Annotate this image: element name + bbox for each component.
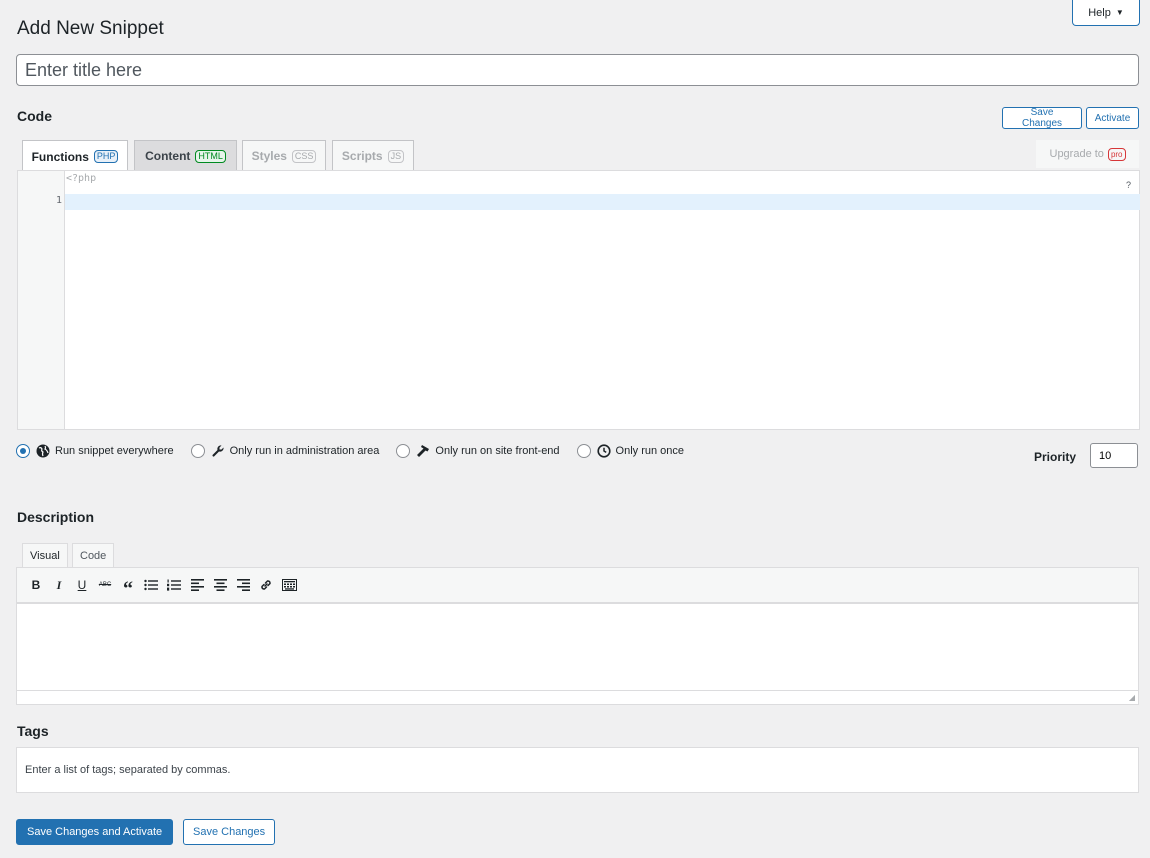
scope-label: Only run once <box>615 445 685 457</box>
editor-status-bar <box>17 690 1138 704</box>
activate-button[interactable]: Activate <box>1086 107 1139 129</box>
scope-radio[interactable] <box>16 444 30 458</box>
pro-badge: pro <box>1107 147 1126 161</box>
html-badge: HTML <box>195 149 226 163</box>
strikethrough-icon[interactable]: ABC <box>94 574 116 596</box>
align-center-icon[interactable] <box>209 574 231 596</box>
php-badge: PHP <box>93 150 119 163</box>
tab-functions[interactable]: Functions PHP <box>22 140 128 172</box>
blockquote-icon[interactable]: “ <box>117 574 139 600</box>
upgrade-button[interactable]: Upgrade to pro <box>1036 140 1139 168</box>
bold-icon[interactable]: B <box>25 574 47 596</box>
tab-scripts[interactable]: Scripts JS <box>332 140 414 171</box>
underline-icon[interactable]: U <box>71 574 93 596</box>
hammer-icon <box>416 444 430 458</box>
tab-label: Functions <box>31 149 89 164</box>
code-editor[interactable]: <?php 1 ? <box>17 170 1140 430</box>
tab-label: Scripts <box>341 149 383 163</box>
align-right-icon[interactable] <box>232 574 254 596</box>
code-heading: Code <box>17 108 52 124</box>
description-editor[interactable]: ◢ <box>16 603 1139 705</box>
editor-help-icon[interactable]: ? <box>1126 180 1131 190</box>
scope-once[interactable]: Only run once <box>576 444 685 458</box>
snippet-title-input[interactable] <box>16 54 1139 86</box>
clock-icon <box>596 444 611 458</box>
scope-options: Run snippet everywhere Only run in admin… <box>16 444 701 458</box>
description-heading: Description <box>17 509 95 525</box>
tab-label: Styles <box>251 149 287 163</box>
scope-everywhere[interactable]: Run snippet everywhere <box>16 444 174 458</box>
numbered-list-icon[interactable] <box>163 574 185 596</box>
tab-content[interactable]: Content HTML <box>134 140 237 171</box>
scope-radio[interactable] <box>190 444 205 458</box>
tab-visual[interactable]: Visual <box>22 543 68 568</box>
tab-label: Content <box>145 149 191 163</box>
save-changes-footer-button[interactable]: Save Changes <box>183 819 276 845</box>
page-title: Add New Snippet <box>17 18 164 39</box>
line-gutter <box>18 171 65 429</box>
help-label: Help <box>1088 6 1111 19</box>
resize-handle-icon[interactable]: ◢ <box>1129 693 1135 702</box>
wrench-icon <box>211 444 225 458</box>
caret-down-icon: ▼ <box>1115 8 1124 17</box>
line-number: 1 <box>55 195 62 206</box>
tags-input[interactable] <box>16 747 1139 793</box>
save-changes-button[interactable]: Save Changes <box>1002 107 1082 129</box>
scope-label: Only run in administration area <box>229 445 380 457</box>
help-button[interactable]: Help ▼ <box>1072 0 1140 26</box>
save-and-activate-button[interactable]: Save Changes and Activate <box>16 819 174 845</box>
tags-heading: Tags <box>17 723 49 739</box>
link-icon[interactable] <box>255 574 277 596</box>
css-badge: CSS <box>291 149 317 163</box>
toolbar-toggle-icon[interactable] <box>278 574 300 596</box>
priority-label: Priority <box>1034 450 1077 464</box>
align-left-icon[interactable] <box>186 574 208 596</box>
bulleted-list-icon[interactable] <box>140 574 162 596</box>
scope-admin[interactable]: Only run in administration area <box>190 444 380 458</box>
scope-label: Run snippet everywhere <box>55 445 174 457</box>
tab-styles[interactable]: Styles CSS <box>242 140 326 171</box>
description-toolbar: B I U ABC “ <box>16 567 1139 603</box>
php-open-tag: <?php <box>66 173 97 184</box>
js-badge: JS <box>387 149 405 163</box>
globe-icon <box>36 444 50 458</box>
scope-label: Only run on site front-end <box>435 445 560 457</box>
scope-radio[interactable] <box>576 444 591 458</box>
priority-input[interactable] <box>1090 443 1138 468</box>
scope-radio[interactable] <box>396 444 411 458</box>
scope-frontend[interactable]: Only run on site front-end <box>396 444 560 458</box>
active-line <box>65 194 1140 210</box>
italic-icon[interactable]: I <box>48 574 70 596</box>
upgrade-label: Upgrade to <box>1049 148 1104 160</box>
tab-code[interactable]: Code <box>72 543 115 568</box>
